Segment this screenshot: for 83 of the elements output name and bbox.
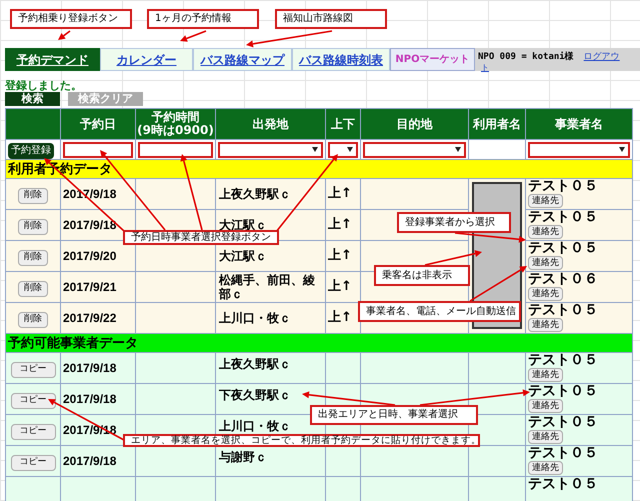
dropdown-arrow-icon xyxy=(347,147,353,152)
date-cell: 2017/9/21 xyxy=(63,280,116,294)
copy-button[interactable]: コピー xyxy=(10,362,56,378)
copy-button[interactable]: コピー xyxy=(10,424,56,440)
input-field[interactable] xyxy=(138,142,213,158)
dropdown-arrow-icon xyxy=(455,147,461,152)
callout-label: 1ヶ月の予約情報 xyxy=(147,9,259,29)
section-title: 予約可能事業者データ xyxy=(8,336,138,351)
origin-cell: 与謝野ｃ xyxy=(219,450,267,464)
direction-cell: 上↑ xyxy=(328,217,352,232)
callout-label: 予約日時事業者選択登録ボタン xyxy=(123,230,279,245)
callout-label: 乗客名は非表示 xyxy=(374,265,470,286)
nav-tab[interactable]: 予約デマンド xyxy=(5,48,100,71)
dropdown-field[interactable] xyxy=(363,142,466,158)
operator-name: テスト０６ xyxy=(528,272,598,287)
operator-name: テスト０５ xyxy=(528,210,598,225)
contact-button[interactable]: 連絡先 xyxy=(528,287,563,301)
dropdown-field[interactable] xyxy=(218,142,323,158)
nav-tab[interactable]: カレンダー xyxy=(100,48,193,71)
contact-button[interactable]: 連絡先 xyxy=(528,461,563,475)
callout-label: 出発エリアと日時、事業者選択 xyxy=(310,405,478,425)
status-message: 登録しました。 xyxy=(5,78,82,92)
contact-button[interactable]: 連絡先 xyxy=(528,194,563,208)
search-button[interactable]: 検索 xyxy=(5,92,60,106)
origin-cell: 上夜久野駅ｃ xyxy=(219,357,291,371)
origin-cell: 上川口・牧ｃ xyxy=(219,419,291,433)
input-field[interactable] xyxy=(63,142,133,158)
contact-button[interactable]: 連絡先 xyxy=(528,256,563,270)
copy-button[interactable]: コピー xyxy=(10,392,56,409)
direction-cell: 上↑ xyxy=(328,279,352,294)
delete-button[interactable]: 削除 xyxy=(18,312,48,328)
logout-link[interactable]: ト xyxy=(481,62,489,74)
callout-label: 福知山市路線図 xyxy=(275,9,387,29)
dropdown-arrow-icon xyxy=(312,147,318,152)
direction-cell: 上↑ xyxy=(328,186,352,202)
date-cell: 2017/9/20 xyxy=(63,249,116,263)
date-cell: 2017/9/18 xyxy=(63,454,116,468)
origin-cell: 上夜久野駅ｃ xyxy=(219,187,291,201)
callout-label: 登録事業者から選択 xyxy=(397,212,511,233)
operator-name: テスト０５ xyxy=(528,353,598,368)
callout-arrow xyxy=(58,30,70,40)
callout-arrow xyxy=(454,232,526,243)
operator-name: テスト０５ xyxy=(528,179,598,194)
origin-cell: 上川口・牧ｃ xyxy=(219,311,291,325)
delete-button[interactable]: 削除 xyxy=(18,188,48,204)
callout-label: 事業者名、電話、メール自動送信 xyxy=(358,301,521,322)
logout-link[interactable]: ログアウ xyxy=(584,51,620,64)
contact-button[interactable]: 連絡先 xyxy=(528,399,563,413)
contact-button[interactable]: 連絡先 xyxy=(528,225,563,239)
contact-button[interactable]: 連絡先 xyxy=(528,318,563,332)
dropdown-field[interactable] xyxy=(328,142,358,158)
contact-button[interactable]: 連絡先 xyxy=(528,368,563,382)
delete-button[interactable]: 削除 xyxy=(18,250,48,266)
operator-name: テスト０５ xyxy=(528,415,598,430)
operator-name: テスト０５ xyxy=(528,477,598,492)
date-cell: 2017/9/22 xyxy=(63,311,116,325)
date-cell: 2017/9/18 xyxy=(63,218,116,232)
delete-button[interactable]: 削除 xyxy=(18,280,48,297)
user-label: NPO 009 = kotani様 xyxy=(478,51,574,64)
origin-cell: 大江駅ｃ xyxy=(219,218,267,232)
nav-tab[interactable]: バス路線時刻表 xyxy=(292,48,390,71)
callout-arrow xyxy=(180,30,206,42)
operator-name: テスト０５ xyxy=(528,446,598,461)
dropdown-arrow-icon xyxy=(619,147,625,152)
callout-label: 予約相乗り登録ボタン xyxy=(10,9,132,29)
dropdown-field[interactable] xyxy=(528,142,630,158)
operator-name: テスト０５ xyxy=(528,303,598,318)
delete-button[interactable]: 削除 xyxy=(18,218,48,235)
direction-cell: 上↑ xyxy=(328,248,352,264)
operator-name: テスト０５ xyxy=(528,384,598,399)
origin-cell: 大江駅ｃ xyxy=(219,249,267,263)
register-button[interactable]: 予約登録 xyxy=(8,142,54,159)
date-cell: 2017/9/18 xyxy=(63,361,116,375)
nav-tab[interactable]: バス路線マップ xyxy=(193,48,292,71)
operator-name: テスト０５ xyxy=(528,241,598,256)
copy-button[interactable]: コピー xyxy=(10,454,56,471)
origin-cell: 松縄手、前田、綾部ｃ xyxy=(219,273,315,301)
callout-label: エリア、事業者名を選択、コピーで、利用者予約データに貼り付けできます。 xyxy=(123,434,480,447)
origin-cell: 下夜久野駅ｃ xyxy=(219,388,291,402)
date-cell: 2017/9/18 xyxy=(63,392,116,406)
market-logo[interactable]: NPOマーケット xyxy=(390,48,475,71)
direction-cell: 上↑ xyxy=(328,310,352,326)
contact-button[interactable]: 連絡先 xyxy=(528,430,563,444)
